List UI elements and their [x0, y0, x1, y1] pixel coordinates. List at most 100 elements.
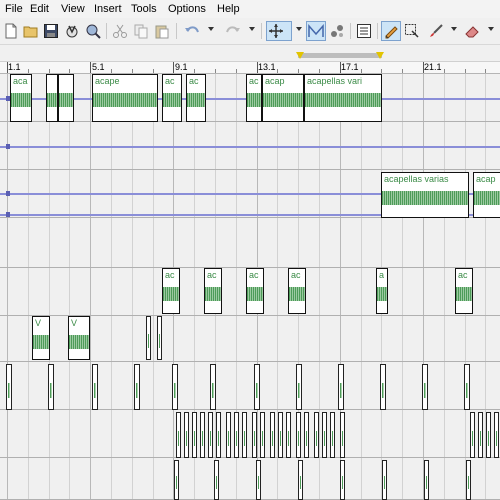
loop-end-marker[interactable] [376, 52, 384, 59]
redo-button[interactable] [223, 21, 243, 41]
loop-region[interactable] [298, 53, 382, 58]
edit-tool-dropdown-arrow[interactable] [296, 27, 302, 31]
audio-clip[interactable] [172, 364, 178, 410]
audio-clip[interactable]: acap [473, 172, 500, 218]
selection-tool-button[interactable] [327, 21, 347, 41]
audio-clip[interactable]: acape [92, 74, 158, 122]
audio-clip[interactable] [210, 364, 216, 410]
audio-clip[interactable] [470, 412, 475, 458]
audio-clip[interactable] [298, 460, 303, 500]
envelope-node[interactable] [6, 191, 10, 196]
audio-clip[interactable] [6, 364, 12, 410]
normal-edit-tool-button[interactable] [266, 21, 292, 41]
audio-clip[interactable] [464, 364, 470, 410]
audio-clip[interactable] [340, 460, 345, 500]
paste-button[interactable] [152, 21, 172, 41]
audio-clip[interactable] [286, 412, 291, 458]
audio-clip[interactable] [478, 412, 483, 458]
audio-clip[interactable] [226, 412, 231, 458]
audio-clip[interactable] [278, 412, 283, 458]
audio-clip[interactable] [208, 412, 213, 458]
track-row[interactable] [0, 122, 500, 170]
audio-clip[interactable] [48, 364, 54, 410]
audio-clip[interactable] [92, 364, 98, 410]
audio-clip[interactable] [192, 412, 197, 458]
envelope-node[interactable] [6, 212, 10, 217]
menu-view[interactable]: View [60, 2, 86, 16]
draw-tool-button[interactable] [381, 21, 401, 41]
undo-button[interactable] [182, 21, 202, 41]
audio-clip[interactable] [157, 316, 162, 360]
render-button[interactable] [62, 21, 82, 41]
audio-clip[interactable]: ac [246, 268, 264, 314]
audio-clip[interactable] [260, 412, 265, 458]
audio-clip[interactable] [234, 412, 239, 458]
audio-clip[interactable] [254, 364, 260, 410]
audio-clip[interactable] [424, 460, 429, 500]
audio-clip[interactable] [380, 364, 386, 410]
audio-clip[interactable] [382, 460, 387, 500]
audio-clip[interactable]: ac [162, 268, 180, 314]
open-button[interactable] [21, 21, 41, 41]
audio-clip[interactable]: acap [262, 74, 304, 122]
menu-options[interactable]: Options [167, 2, 207, 16]
audio-clip[interactable] [338, 364, 344, 410]
audio-clip[interactable] [176, 412, 181, 458]
audio-clip[interactable] [340, 412, 345, 458]
audio-clip[interactable] [270, 412, 275, 458]
audio-clip[interactable] [322, 412, 327, 458]
envelope-tool-button[interactable] [306, 21, 326, 41]
audio-clip[interactable] [216, 412, 221, 458]
redo-dropdown-arrow[interactable] [249, 27, 255, 31]
audio-clip[interactable] [256, 460, 261, 500]
audio-clip[interactable]: ac [186, 74, 206, 122]
audio-clip[interactable]: acapellas vari [304, 74, 382, 122]
brush-dropdown-arrow[interactable] [451, 27, 457, 31]
audio-clip[interactable]: V [32, 316, 50, 360]
audio-clip[interactable] [422, 364, 428, 410]
audio-clip[interactable]: ac [288, 268, 306, 314]
properties-button[interactable] [83, 21, 103, 41]
cut-button[interactable] [110, 21, 130, 41]
audio-clip[interactable] [146, 316, 151, 360]
track-list-button[interactable] [354, 21, 374, 41]
track-row[interactable] [0, 218, 500, 268]
volume-envelope[interactable] [0, 146, 500, 148]
audio-clip[interactable]: aca [10, 74, 32, 122]
timeline-ruler[interactable]: 1.1 5.1 9.1 13.1 17.1 21.1 [0, 62, 500, 74]
track-arrangement-area[interactable]: aca acape ac ac ac acap acapellas vari a… [0, 74, 500, 500]
track-row[interactable] [0, 410, 500, 458]
audio-clip[interactable] [466, 460, 471, 500]
audio-clip[interactable] [242, 412, 247, 458]
brush-tool-button[interactable] [426, 21, 446, 41]
audio-clip[interactable] [58, 74, 74, 122]
audio-clip[interactable] [296, 412, 301, 458]
audio-clip[interactable]: ac [455, 268, 473, 314]
audio-clip[interactable] [252, 412, 257, 458]
loop-start-marker[interactable] [296, 52, 304, 59]
selection-edit-button[interactable] [402, 21, 422, 41]
menu-file[interactable]: File [4, 2, 24, 16]
loop-region-bar[interactable] [0, 46, 500, 62]
audio-clip[interactable]: V [68, 316, 90, 360]
envelope-node[interactable] [6, 144, 10, 149]
audio-clip[interactable] [314, 412, 319, 458]
menu-insert[interactable]: Insert [93, 2, 123, 16]
save-button[interactable] [41, 21, 61, 41]
audio-clip[interactable] [200, 412, 205, 458]
audio-clip[interactable] [184, 412, 189, 458]
audio-clip[interactable] [174, 460, 179, 500]
audio-clip[interactable]: acapellas varias [381, 172, 469, 218]
menu-tools[interactable]: Tools [130, 2, 158, 16]
audio-clip[interactable] [330, 412, 335, 458]
audio-clip[interactable]: ac [162, 74, 182, 122]
eraser-tool-button[interactable] [462, 21, 482, 41]
audio-clip[interactable] [214, 460, 219, 500]
audio-clip[interactable]: ac [246, 74, 262, 122]
audio-clip[interactable] [46, 74, 58, 122]
copy-button[interactable] [131, 21, 151, 41]
undo-dropdown-arrow[interactable] [208, 27, 214, 31]
audio-clip[interactable] [134, 364, 140, 410]
audio-clip[interactable]: ac [204, 268, 222, 314]
audio-clip[interactable] [494, 412, 499, 458]
